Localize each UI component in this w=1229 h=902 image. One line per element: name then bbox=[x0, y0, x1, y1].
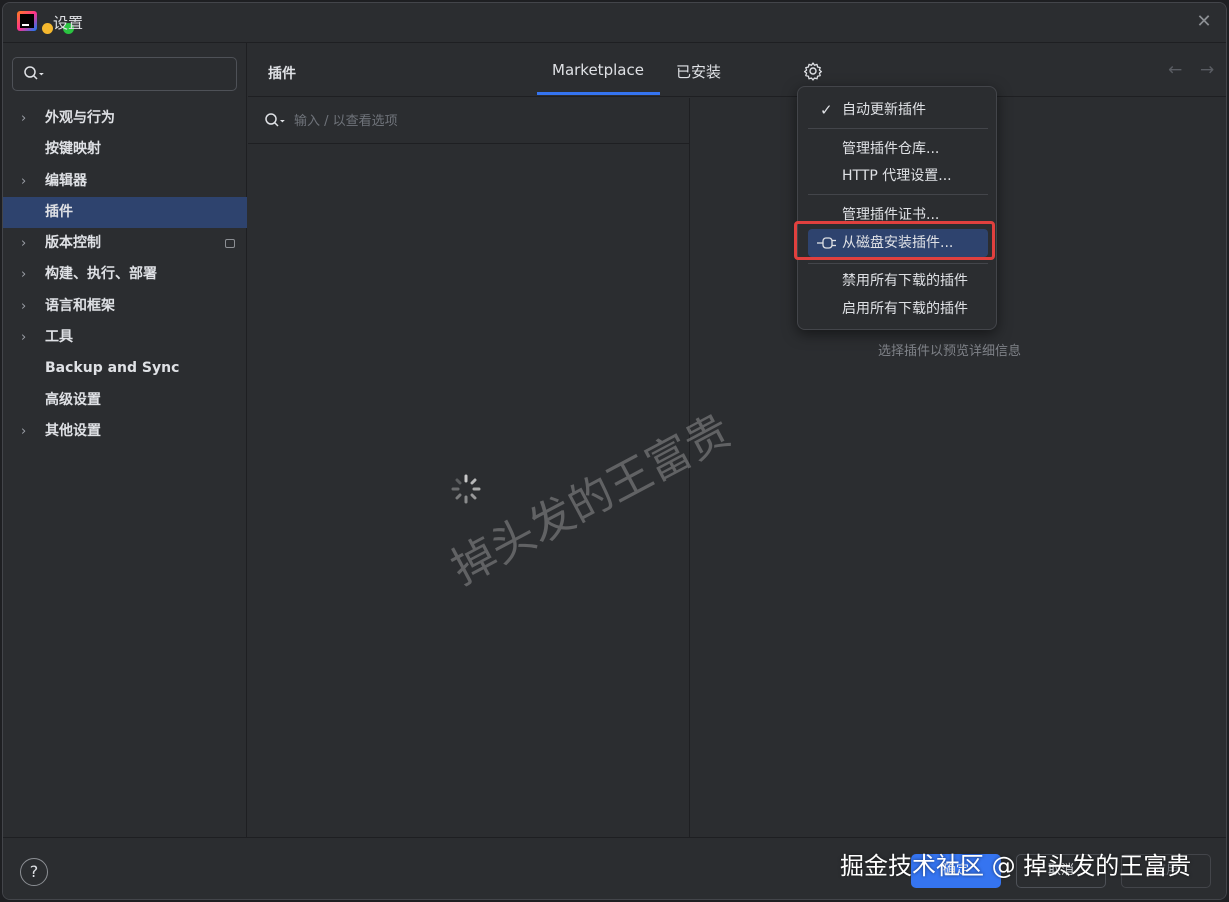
tab-marketplace[interactable]: Marketplace bbox=[552, 61, 644, 79]
menu-item-label: 自动更新插件 bbox=[842, 102, 926, 118]
sidebar-item-tools[interactable]: › 工具 bbox=[3, 322, 247, 353]
chevron-right-icon: › bbox=[21, 330, 27, 346]
minimize-dot-icon[interactable] bbox=[42, 23, 53, 34]
active-tab-indicator bbox=[537, 92, 660, 95]
sidebar-item-label: 按键映射 bbox=[45, 141, 101, 158]
intellij-logo-icon bbox=[17, 11, 37, 31]
menu-item-auto-update[interactable]: ✓ 自动更新插件 bbox=[808, 96, 988, 124]
chevron-right-icon: › bbox=[21, 173, 27, 189]
sidebar-item-label: 其他设置 bbox=[45, 422, 101, 439]
chevron-right-icon: › bbox=[21, 111, 27, 126]
plugins-header: 插件 Marketplace 已安装 ← → bbox=[248, 43, 1226, 97]
brand-watermark: 掘金技术社区 @ 掉头发的王富贵 bbox=[840, 852, 1192, 880]
sidebar-item-keymap[interactable]: 按键映射 bbox=[3, 134, 247, 165]
search-icon bbox=[265, 113, 285, 127]
window-title: 设置 bbox=[53, 14, 84, 32]
menu-item-disable-downloaded[interactable]: 禁用所有下载的插件 bbox=[808, 267, 988, 295]
checkmark-icon: ✓ bbox=[820, 101, 833, 119]
project-scope-icon bbox=[225, 239, 235, 249]
gear-dropdown-menu: ✓ 自动更新插件 管理插件仓库... HTTP 代理设置... 管理插件证书...… bbox=[797, 86, 997, 330]
plugin-search-bar bbox=[248, 98, 690, 144]
sidebar-item-appearance[interactable]: › 外观与行为 bbox=[3, 103, 247, 134]
sidebar-item-other[interactable]: › 其他设置 bbox=[3, 416, 247, 447]
annotation-highlight-box bbox=[794, 221, 995, 260]
search-icon bbox=[24, 66, 44, 80]
detail-empty-hint: 选择插件以预览详细信息 bbox=[878, 344, 1022, 359]
help-button[interactable]: ? bbox=[20, 858, 48, 886]
settings-nav: › 外观与行为 按键映射 › 编辑器 插件 › 版本控制 › 构建、执行、部署 › 语言和… bbox=[3, 103, 247, 447]
sidebar-item-label: 外观与行为 bbox=[45, 110, 115, 126]
close-icon[interactable]: ✕ bbox=[1194, 12, 1214, 32]
sidebar-item-build[interactable]: › 构建、执行、部署 bbox=[3, 259, 247, 290]
sidebar-item-plugins[interactable]: 插件 bbox=[3, 196, 247, 229]
page-title: 插件 bbox=[268, 66, 296, 82]
menu-item-label: 启用所有下载的插件 bbox=[842, 301, 968, 317]
chevron-right-icon: › bbox=[21, 267, 27, 283]
forward-arrow-icon[interactable]: → bbox=[1200, 60, 1214, 80]
sidebar-item-advanced[interactable]: 高级设置 bbox=[3, 385, 247, 416]
sidebar-item-backup-sync[interactable]: Backup and Sync bbox=[3, 353, 247, 384]
sidebar-item-label: 构建、执行、部署 bbox=[45, 266, 157, 283]
sidebar-item-languages[interactable]: › 语言和框架 bbox=[3, 291, 247, 322]
menu-separator bbox=[808, 194, 988, 195]
sidebar-item-editor[interactable]: › 编辑器 bbox=[3, 166, 247, 197]
sidebar-item-label: 语言和框架 bbox=[45, 297, 115, 314]
menu-item-label: HTTP 代理设置... bbox=[842, 168, 952, 184]
sidebar-item-label: 工具 bbox=[45, 329, 73, 346]
chevron-right-icon: › bbox=[21, 236, 27, 252]
plugin-search-input[interactable] bbox=[294, 110, 664, 132]
tab-installed[interactable]: 已安装 bbox=[676, 61, 721, 82]
sidebar-item-label: 编辑器 bbox=[45, 172, 87, 189]
gear-icon[interactable] bbox=[803, 61, 823, 81]
menu-item-http-proxy[interactable]: HTTP 代理设置... bbox=[808, 162, 988, 190]
title-bar: 设置 ✕ bbox=[3, 3, 1226, 43]
settings-sidebar: › 外观与行为 按键映射 › 编辑器 插件 › 版本控制 › 构建、执行、部署 › 语言和… bbox=[3, 43, 247, 837]
menu-item-enable-downloaded[interactable]: 启用所有下载的插件 bbox=[808, 295, 988, 323]
menu-item-label: 管理插件仓库... bbox=[842, 141, 940, 157]
sidebar-item-label: Backup and Sync bbox=[45, 360, 180, 377]
loading-spinner-icon bbox=[451, 474, 481, 504]
sidebar-item-version-control[interactable]: › 版本控制 bbox=[3, 228, 247, 259]
chevron-right-icon: › bbox=[21, 298, 27, 314]
sidebar-search-input[interactable] bbox=[12, 57, 237, 91]
sidebar-item-label: 版本控制 bbox=[45, 235, 101, 252]
menu-item-manage-repositories[interactable]: 管理插件仓库... bbox=[808, 135, 988, 163]
menu-separator bbox=[808, 128, 988, 129]
back-arrow-icon[interactable]: ← bbox=[1168, 60, 1182, 80]
chevron-right-icon: › bbox=[21, 423, 27, 439]
sidebar-item-label: 高级设置 bbox=[45, 391, 101, 408]
menu-item-label: 禁用所有下载的插件 bbox=[842, 273, 968, 289]
menu-separator bbox=[808, 263, 988, 264]
sidebar-item-label: 插件 bbox=[45, 203, 73, 220]
